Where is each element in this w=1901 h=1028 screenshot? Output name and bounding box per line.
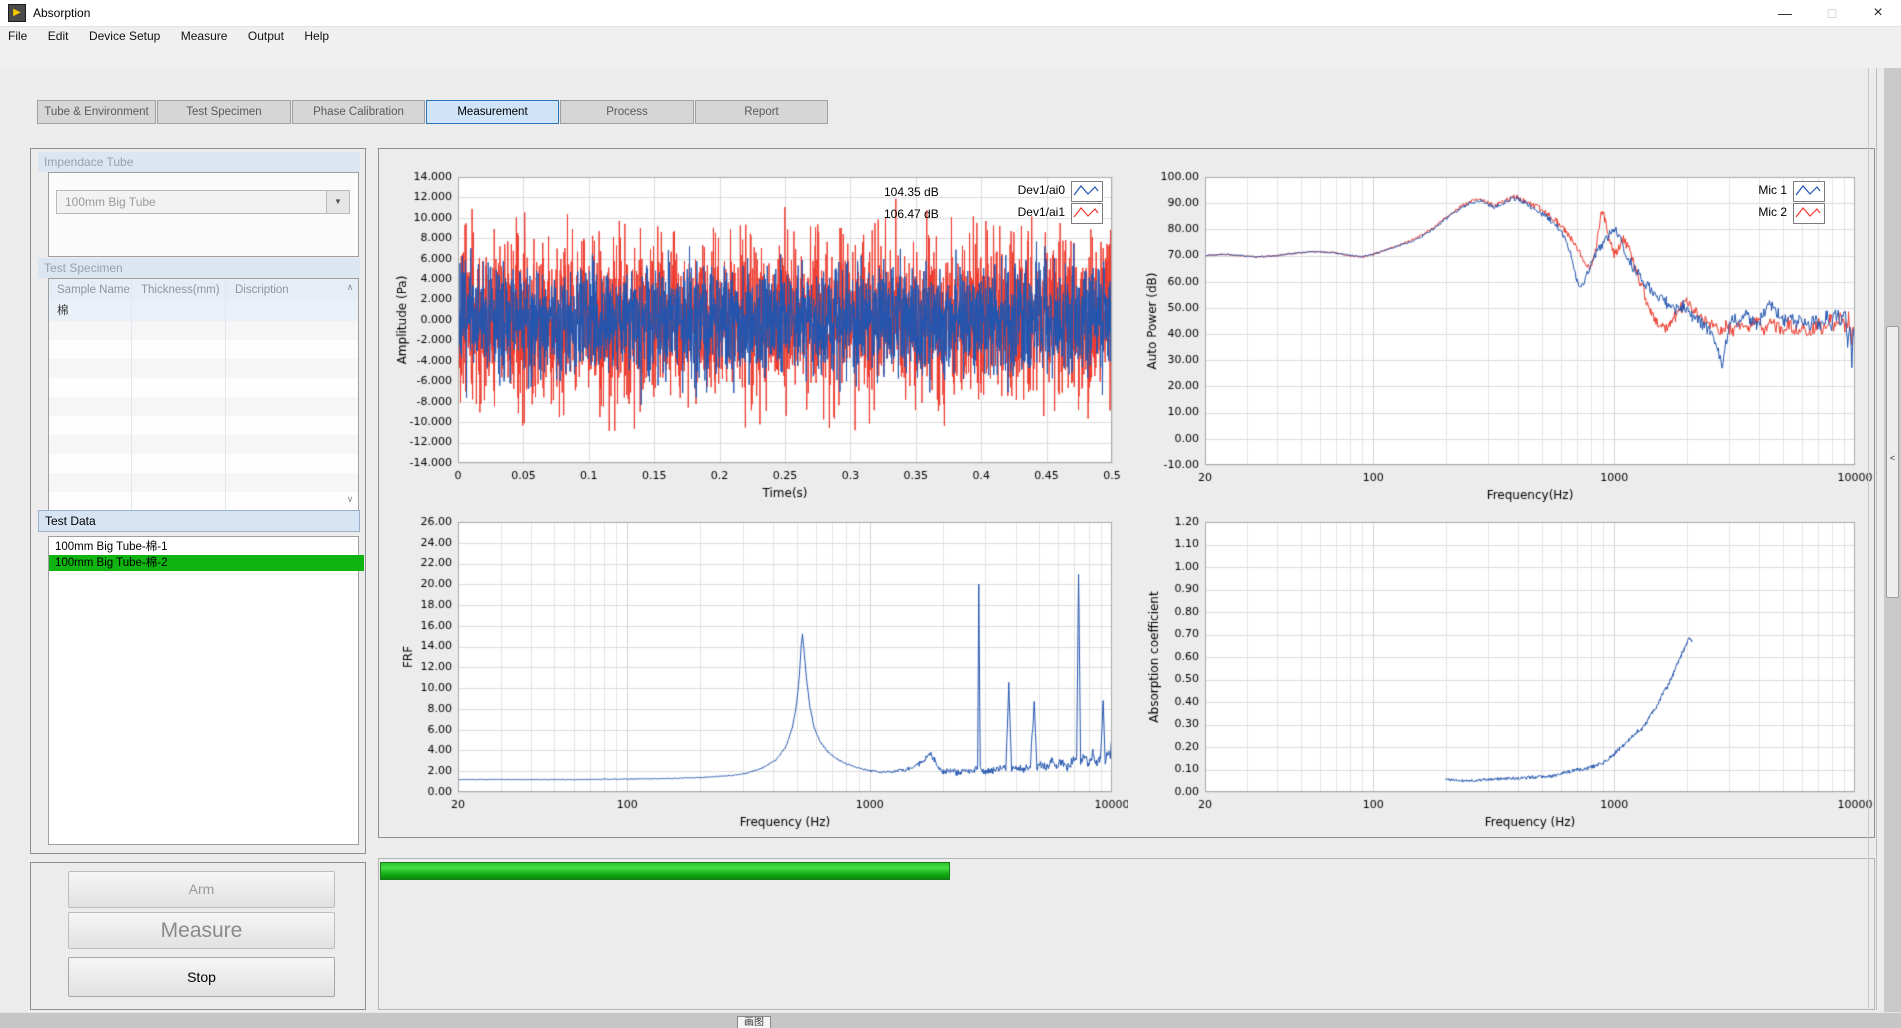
minimize-button-icon[interactable]: — xyxy=(1762,0,1808,27)
absorption-chart xyxy=(1138,514,1886,830)
mic2-level-readout: 106.47 dB xyxy=(884,207,939,221)
stop-button[interactable]: Stop xyxy=(68,957,335,997)
arm-button[interactable]: Arm xyxy=(68,871,335,908)
col-sample-name: Sample Name xyxy=(57,279,130,301)
mic1-level-readout: 104.35 dB xyxy=(884,185,939,199)
table-empty-row xyxy=(49,321,358,341)
dev1-ai0-plot-icon xyxy=(1071,181,1103,202)
menu-bar: File Edit Device Setup Measure Output He… xyxy=(0,27,1901,45)
impedance-tube-value: 100mm Big Tube xyxy=(65,191,156,213)
legend-dev1-ai0[interactable]: Dev1/ai0 xyxy=(960,181,1103,201)
collapse-left-icon: < xyxy=(1890,453,1895,463)
tab-tube-environment[interactable]: Tube & Environment xyxy=(37,100,156,124)
menu-measure[interactable]: Measure xyxy=(173,27,236,45)
bottom-strip xyxy=(0,1012,1901,1028)
table-empty-row xyxy=(49,435,358,455)
tab-phase-calibration[interactable]: Phase Calibration xyxy=(292,100,425,124)
status-panel xyxy=(378,858,1875,1010)
progress-bar-fill xyxy=(380,862,950,880)
col-discription: Discription xyxy=(235,279,289,301)
right-splitter-thumb[interactable]: < xyxy=(1886,326,1899,598)
legend-dev1-ai1[interactable]: Dev1/ai1 xyxy=(960,203,1103,223)
legend-mic1[interactable]: Mic 1 xyxy=(1725,181,1825,201)
frf-chart xyxy=(388,514,1128,830)
menu-edit[interactable]: Edit xyxy=(40,27,77,45)
tab-report[interactable]: Report xyxy=(695,100,828,124)
test-data-header: Test Data xyxy=(38,510,360,532)
dev1-ai1-plot-icon xyxy=(1071,203,1103,224)
table-empty-row xyxy=(49,359,358,379)
table-header-row: Sample Name Thickness(mm) Discription xyxy=(49,279,358,301)
measure-button[interactable]: Measure xyxy=(68,912,335,949)
menu-device-setup[interactable]: Device Setup xyxy=(81,27,168,45)
impedance-tube-box xyxy=(48,172,359,257)
table-empty-row xyxy=(49,397,358,417)
document-tab-strip: Documentation Channel Setup Absorption xyxy=(0,45,1901,68)
dropdown-arrow-icon[interactable]: ▼ xyxy=(326,191,349,213)
table-empty-row xyxy=(49,416,358,436)
app-window: ▶ Absorption — □ × File Edit Device Setu… xyxy=(0,0,1901,1028)
mic2-plot-icon xyxy=(1793,203,1825,224)
table-scroll-down-icon[interactable]: ∨ xyxy=(344,494,356,505)
app-icon: ▶ xyxy=(8,4,26,22)
menu-help[interactable]: Help xyxy=(296,27,337,45)
legend-mic2[interactable]: Mic 2 xyxy=(1725,203,1825,223)
title-bar: ▶ Absorption — □ × xyxy=(0,0,1901,27)
tab-test-specimen[interactable]: Test Specimen xyxy=(157,100,291,124)
table-empty-row xyxy=(49,378,358,398)
menu-file[interactable]: File xyxy=(0,27,35,45)
mic1-plot-icon xyxy=(1793,181,1825,202)
table-empty-row xyxy=(49,473,358,493)
diagram-partial-tab[interactable]: 画图 xyxy=(737,1016,771,1028)
table-empty-row xyxy=(49,454,358,474)
maximize-button-icon: □ xyxy=(1809,0,1855,27)
table-empty-row xyxy=(49,340,358,360)
impedance-tube-dropdown[interactable]: 100mm Big Tube ▼ xyxy=(56,190,350,214)
table-row[interactable]: 棉 xyxy=(49,301,359,321)
close-button-icon[interactable]: × xyxy=(1855,0,1901,27)
window-title: Absorption xyxy=(33,6,90,20)
test-specimen-header: Test Specimen xyxy=(38,258,360,278)
menu-output[interactable]: Output xyxy=(240,27,292,45)
impedance-tube-header: Impendace Tube xyxy=(38,152,360,172)
tab-measurement[interactable]: Measurement xyxy=(426,100,559,124)
test-specimen-table: Sample Name Thickness(mm) Discription 棉 xyxy=(48,278,359,512)
list-item-selected[interactable]: 100mm Big Tube-棉-2 xyxy=(49,555,364,571)
table-scroll-up-icon[interactable]: ∧ xyxy=(344,282,356,293)
table-empty-row xyxy=(49,492,358,512)
list-item[interactable]: 100mm Big Tube-棉-1 xyxy=(49,539,364,555)
tab-process[interactable]: Process xyxy=(560,100,694,124)
test-data-list: 100mm Big Tube-棉-1 100mm Big Tube-棉-2 xyxy=(48,536,359,845)
col-thickness: Thickness(mm) xyxy=(141,279,220,301)
progress-bar xyxy=(380,862,948,878)
